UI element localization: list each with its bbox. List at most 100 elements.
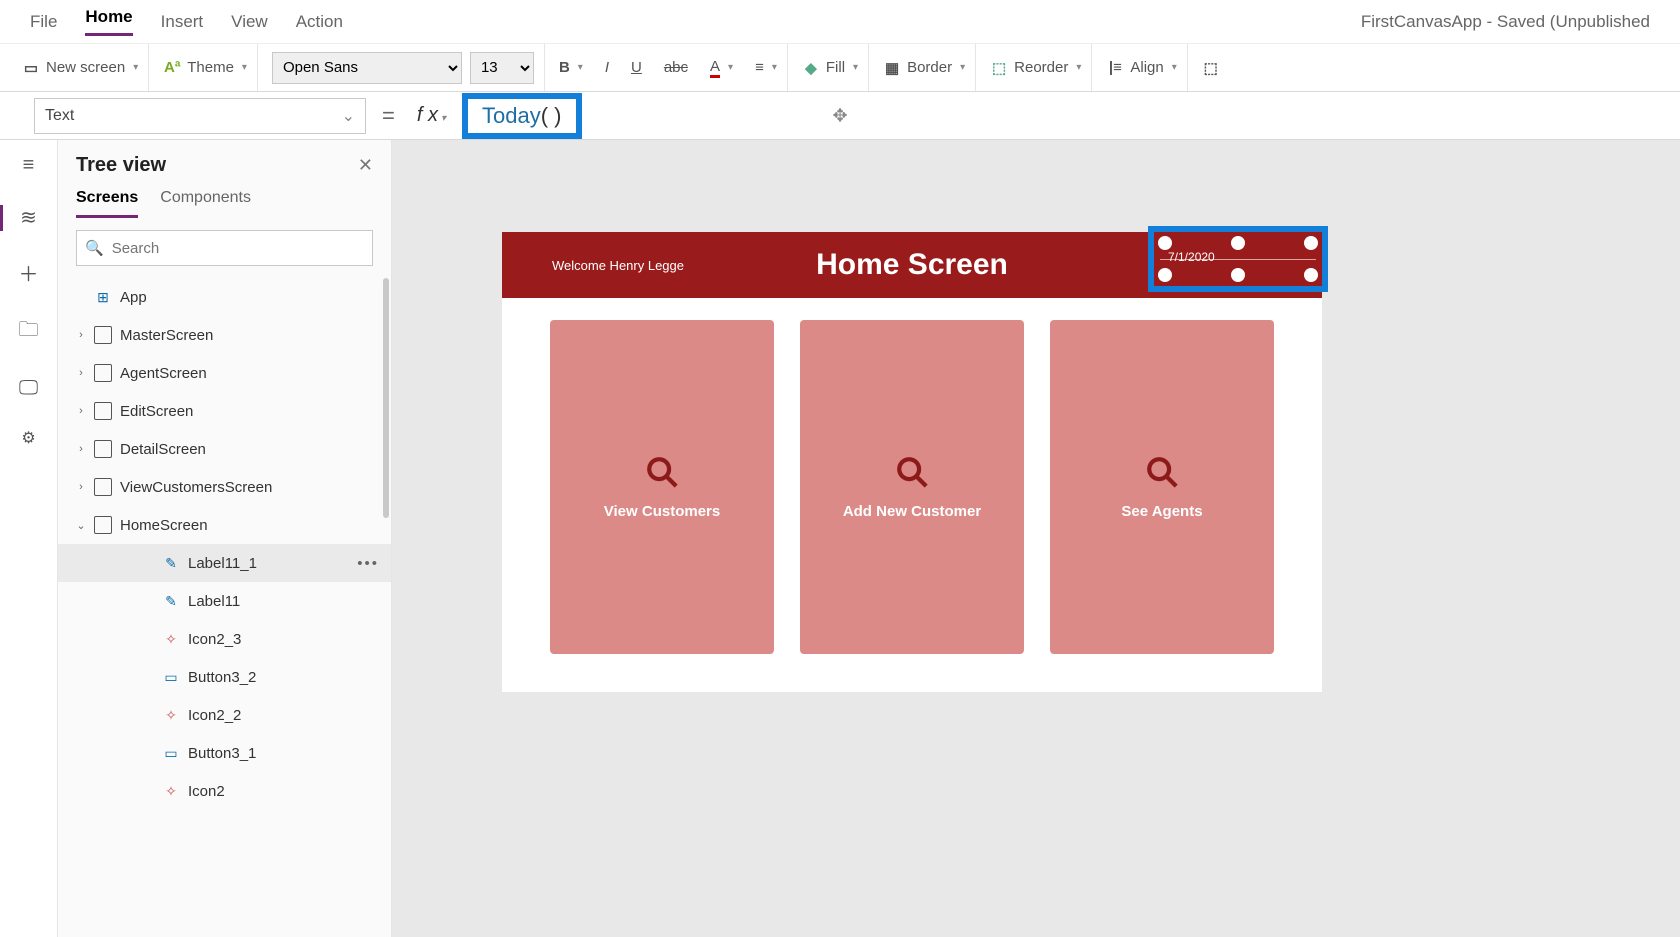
ribbon-toolbar: ▭ New screen Aª Theme Open Sans 13 B I U… [0,44,1680,92]
date-text: 7/1/2020 [1168,250,1215,264]
app-canvas[interactable]: Welcome Henry Legge Home Screen 7/1/2020 [502,232,1322,692]
app-title: FirstCanvasApp - Saved (Unpublished [1361,12,1650,32]
search-input[interactable] [112,240,364,257]
search-icon [645,455,679,489]
icon-control-icon: ✧ [162,782,180,800]
close-icon[interactable]: ✕ [358,155,373,176]
rail-tree-view[interactable]: ≋ [0,205,57,230]
menu-insert[interactable]: Insert [161,12,204,32]
resize-handle[interactable] [1304,268,1318,282]
group-icon: ⬚ [1202,59,1220,77]
align-icon: ≡ [755,59,764,76]
more-icon[interactable]: ••• [357,555,379,572]
screen-icon [94,364,112,382]
tile-see-agents[interactable]: See Agents [1050,320,1274,654]
rail-advanced[interactable]: ⚙ [0,428,57,448]
tree-list: ⊞ App › MasterScreen › AgentScreen › Edi… [58,278,391,937]
tree-node-screen[interactable]: › MasterScreen [58,316,391,354]
border-icon: ▦ [883,59,901,77]
search-icon [895,455,929,489]
icon-control-icon: ✧ [162,630,180,648]
search-icon: 🔍 [85,239,104,257]
font-size-select[interactable]: 13 [470,52,534,84]
font-color-button[interactable]: A [710,58,733,78]
formula-input[interactable]: Today( ) [462,93,581,139]
screen-icon [94,478,112,496]
app-icon: ⊞ [94,288,112,306]
tree-node-homescreen[interactable]: ⌄ HomeScreen [58,506,391,544]
menu-home[interactable]: Home [85,7,132,36]
selected-control-highlight: 7/1/2020 [1148,226,1328,292]
group-button[interactable]: ⬚ [1202,59,1220,77]
label-icon: ✎ [162,592,180,610]
tree-view-panel: Tree view ✕ Screens Components 🔍 ⊞ App ›… [58,140,392,937]
tile-view-customers[interactable]: View Customers [550,320,774,654]
left-nav-rail: ≡ ≋ ＋ 🗀 🖵 ⚙ [0,140,58,937]
screen-icon: ▭ [22,59,40,77]
new-screen-button[interactable]: ▭ New screen [22,59,138,77]
menu-view[interactable]: View [231,12,268,32]
screen-icon [94,402,112,420]
align-button[interactable]: |≡ Align [1106,59,1176,77]
text-align-button[interactable]: ≡ [755,59,777,76]
reorder-icon: ⬚ [990,59,1008,77]
equals-sign: = [376,103,401,129]
fx-button[interactable]: f x [411,104,452,127]
underline-button[interactable]: U [631,59,642,76]
italic-button[interactable]: I [605,59,609,76]
align-objects-icon: |≡ [1106,59,1124,77]
rail-add[interactable]: ＋ [0,258,57,287]
tree-node-screen[interactable]: › AgentScreen [58,354,391,392]
tree-node-screen[interactable]: › EditScreen [58,392,391,430]
theme-button[interactable]: Aª Theme [163,59,247,77]
icon-control-icon: ✧ [162,706,180,724]
rail-data[interactable]: 🗀 [0,315,57,349]
tree-node-control[interactable]: ✎ Label11_1 ••• [58,544,391,582]
menu-action[interactable]: Action [296,12,343,32]
resize-handle[interactable] [1158,268,1172,282]
resize-handle[interactable] [1231,236,1245,250]
tree-node-control[interactable]: ▭ Button3_1 [58,734,391,772]
tab-screens[interactable]: Screens [76,189,138,218]
resize-handle[interactable] [1158,236,1172,250]
search-icon [1145,455,1179,489]
rail-hamburger[interactable]: ≡ [0,154,57,177]
app-header: Welcome Henry Legge Home Screen 7/1/2020 [502,232,1322,298]
menu-file[interactable]: File [30,12,57,32]
tree-node-control[interactable]: ✧ Icon2_2 [58,696,391,734]
rail-media[interactable]: 🖵 [0,377,57,400]
theme-icon: Aª [163,59,181,77]
date-label-control[interactable]: 7/1/2020 [1154,232,1322,286]
strikethrough-button[interactable]: abc [664,59,688,76]
font-family-select[interactable]: Open Sans [272,52,462,84]
tree-node-control[interactable]: ▭ Button3_2 [58,658,391,696]
tree-search[interactable]: 🔍 [76,230,373,266]
screen-icon [94,440,112,458]
reorder-button[interactable]: ⬚ Reorder [990,59,1081,77]
tree-node-screen[interactable]: › ViewCustomersScreen [58,468,391,506]
scrollbar-thumb[interactable] [383,278,389,518]
tree-node-app[interactable]: ⊞ App [58,278,391,316]
resize-handle[interactable] [1231,268,1245,282]
screen-icon [94,326,112,344]
fill-icon: ◆ [802,59,820,77]
welcome-label: Welcome Henry Legge [552,258,684,273]
tile-add-customer[interactable]: Add New Customer [800,320,1024,654]
border-button[interactable]: ▦ Border [883,59,965,77]
tab-components[interactable]: Components [160,189,251,218]
tree-node-screen[interactable]: › DetailScreen [58,430,391,468]
label-icon: ✎ [162,554,180,572]
tree-view-title: Tree view [76,154,166,177]
tree-node-control[interactable]: ✧ Icon2 [58,772,391,810]
property-select[interactable]: Text⌄ [34,98,366,134]
tiles-row: View Customers Add New Customer See Agen… [502,298,1322,676]
resize-handle[interactable] [1304,236,1318,250]
fill-button[interactable]: ◆ Fill [802,59,858,77]
main-area: ≡ ≋ ＋ 🗀 🖵 ⚙ Tree view ✕ Screens Componen… [0,140,1680,937]
button-icon: ▭ [162,668,180,686]
canvas-area: Welcome Henry Legge Home Screen 7/1/2020 [392,140,1680,937]
tree-node-control[interactable]: ✎ Label11 [58,582,391,620]
menu-bar: File Home Insert View Action FirstCanvas… [0,0,1680,44]
tree-node-control[interactable]: ✧ Icon2_3 [58,620,391,658]
bold-button[interactable]: B [559,59,583,76]
